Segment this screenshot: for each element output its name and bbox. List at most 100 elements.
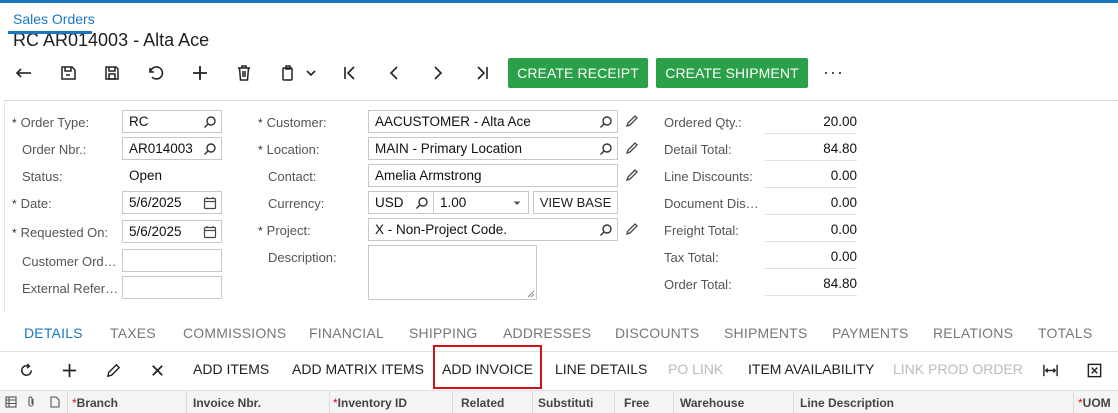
project-label: * Project:: [258, 223, 311, 238]
total-label: Order Total:: [664, 277, 732, 292]
search-icon[interactable]: [595, 138, 617, 159]
order-type-label: * Order Type:: [12, 115, 90, 130]
total-label: Freight Total:: [664, 223, 739, 238]
more-options-icon[interactable]: ···: [823, 62, 844, 83]
search-icon[interactable]: [595, 219, 617, 240]
note-icon[interactable]: [50, 396, 60, 411]
delete-row-icon[interactable]: [145, 358, 169, 382]
copy-paste-icon[interactable]: [275, 60, 301, 86]
save-close-icon[interactable]: [55, 60, 81, 86]
status-value: Open: [129, 168, 163, 183]
column-free[interactable]: Free: [624, 396, 649, 410]
tab-financial[interactable]: FINANCIAL: [309, 325, 384, 341]
location-label: * Location:: [258, 142, 320, 157]
add-items-button[interactable]: ADD ITEMS: [193, 361, 269, 377]
tab-commissions[interactable]: COMMISSIONS: [183, 325, 286, 341]
total-label: Document Dis…: [664, 196, 759, 211]
search-icon[interactable]: [199, 111, 221, 132]
tab-relations[interactable]: RELATIONS: [933, 325, 1013, 341]
fit-columns-icon[interactable]: [1038, 358, 1062, 382]
total-label: Tax Total:: [664, 250, 719, 265]
search-icon[interactable]: [411, 192, 433, 213]
date-label: * Date:: [12, 196, 52, 211]
tab-taxes[interactable]: TAXES: [110, 325, 156, 341]
column-line-description[interactable]: Line Description: [800, 396, 894, 410]
description-textarea[interactable]: [368, 245, 537, 300]
date-field[interactable]: 5/6/2025: [122, 191, 222, 214]
po-link-button[interactable]: PO LINK: [668, 361, 723, 377]
add-icon[interactable]: [187, 60, 213, 86]
chevron-down-icon[interactable]: [300, 60, 322, 86]
order-nbr-field[interactable]: AR014003: [122, 137, 222, 160]
edit-icon[interactable]: [625, 222, 641, 238]
undo-icon[interactable]: [143, 60, 169, 86]
order-type-field[interactable]: RC: [122, 110, 222, 133]
add-row-icon[interactable]: [57, 358, 81, 382]
export-excel-icon[interactable]: [1082, 358, 1106, 382]
delete-icon[interactable]: [231, 60, 257, 86]
back-icon[interactable]: [11, 60, 37, 86]
tab-discounts[interactable]: DISCOUNTS: [615, 325, 699, 341]
calendar-icon[interactable]: [199, 192, 221, 213]
breadcrumb[interactable]: Sales Orders: [13, 11, 95, 27]
calendar-icon[interactable]: [199, 221, 221, 242]
tab-payments[interactable]: PAYMENTS: [832, 325, 909, 341]
customer-field[interactable]: AACUSTOMER - Alta Ace: [368, 110, 618, 133]
save-icon[interactable]: [99, 60, 125, 86]
row-select-icon[interactable]: [5, 396, 17, 411]
total-label: Detail Total:: [664, 142, 732, 157]
column-inventory-id[interactable]: *Inventory ID: [333, 396, 407, 410]
currency-field[interactable]: USD: [368, 191, 434, 214]
search-icon[interactable]: [199, 138, 221, 159]
create-shipment-button[interactable]: CREATE SHIPMENT: [656, 58, 808, 88]
contact-field[interactable]: Amelia Armstrong: [368, 164, 618, 187]
link-prod-order-button[interactable]: LINK PROD ORDER: [893, 361, 1023, 377]
column-branch[interactable]: *Branch: [72, 396, 118, 410]
total-value: 0.00: [765, 195, 857, 215]
tab-totals[interactable]: TOTALS: [1038, 325, 1092, 341]
item-availability-button[interactable]: ITEM AVAILABILITY: [748, 361, 874, 377]
edit-icon[interactable]: [625, 141, 641, 157]
previous-icon[interactable]: [381, 60, 407, 86]
currency-label: Currency:: [268, 196, 325, 211]
location-field[interactable]: MAIN - Primary Location: [368, 137, 618, 160]
edit-icon[interactable]: [625, 114, 641, 130]
column-related[interactable]: Related: [461, 396, 504, 410]
column-warehouse[interactable]: Warehouse: [680, 396, 744, 410]
external-ref-field[interactable]: [122, 276, 222, 299]
tab-shipments[interactable]: SHIPMENTS: [724, 325, 807, 341]
tab-details[interactable]: DETAILS: [24, 325, 83, 341]
refresh-icon[interactable]: [14, 358, 38, 382]
last-icon[interactable]: [469, 60, 495, 86]
total-label: Line Discounts:: [664, 169, 753, 184]
add-matrix-items-button[interactable]: ADD MATRIX ITEMS: [292, 361, 424, 377]
column-substitute[interactable]: Substituti: [538, 396, 593, 410]
tab-addresses[interactable]: ADDRESSES: [503, 325, 591, 341]
external-ref-label: External Refer…: [22, 281, 119, 296]
next-icon[interactable]: [425, 60, 451, 86]
column-uom[interactable]: *UOM: [1078, 396, 1111, 410]
top-accent-bar: [0, 0, 1118, 3]
customer-label: * Customer:: [258, 115, 327, 130]
highlight-box: [433, 345, 542, 389]
column-invoice-nbr[interactable]: Invoice Nbr.: [193, 396, 261, 410]
order-nbr-label: Order Nbr.:: [22, 142, 87, 157]
first-icon[interactable]: [337, 60, 363, 86]
total-value: 20.00: [765, 114, 857, 134]
view-base-button[interactable]: VIEW BASE: [533, 191, 618, 214]
requested-on-field[interactable]: 5/6/2025: [122, 220, 222, 243]
attachment-icon[interactable]: [26, 396, 36, 411]
total-value: 84.80: [765, 276, 857, 296]
search-icon[interactable]: [595, 111, 617, 132]
requested-on-label: * Requested On:: [12, 225, 109, 240]
project-field[interactable]: X - Non-Project Code.: [368, 218, 618, 241]
currency-rate-select[interactable]: 1.00: [433, 191, 529, 214]
edit-icon[interactable]: [625, 168, 641, 184]
customer-ord-field[interactable]: [122, 249, 222, 272]
line-details-button[interactable]: LINE DETAILS: [555, 361, 647, 377]
total-label: Ordered Qty.:: [664, 115, 742, 130]
tab-shipping[interactable]: SHIPPING: [409, 325, 478, 341]
create-receipt-button[interactable]: CREATE RECEIPT: [508, 58, 648, 88]
dropdown-arrow-icon[interactable]: [506, 192, 528, 213]
edit-row-icon[interactable]: [101, 358, 125, 382]
